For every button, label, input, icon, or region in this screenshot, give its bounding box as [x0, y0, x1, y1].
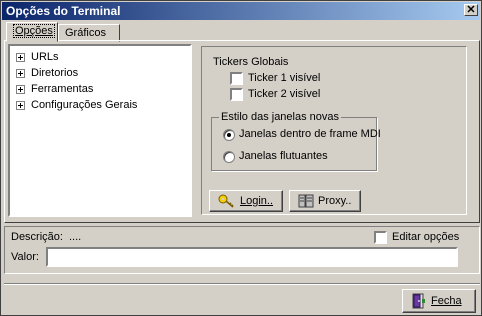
- fecha-button[interactable]: Fecha: [402, 289, 476, 313]
- edit-options-checkbox[interactable]: [374, 231, 387, 244]
- ticker2-label: Ticker 2 visível: [248, 88, 321, 100]
- door-exit-icon: [412, 293, 425, 309]
- expand-plus-icon[interactable]: [16, 68, 25, 78]
- close-button[interactable]: ✕: [464, 4, 478, 16]
- tab-opcoes-label: Opções: [15, 25, 53, 37]
- title-bar[interactable]: Opções do Terminal ✕: [2, 2, 480, 20]
- key-icon: [218, 194, 234, 208]
- tab-opcoes[interactable]: Opções: [6, 22, 58, 42]
- description-value: ....: [69, 231, 82, 243]
- tree-item-ferramentas[interactable]: Ferramentas: [16, 82, 93, 96]
- description-label: Descrição:: [11, 231, 63, 243]
- tree-item-urls[interactable]: URLs: [16, 50, 59, 64]
- fecha-label: Fecha: [431, 295, 462, 307]
- window-style-title: Estilo das janelas novas: [219, 111, 342, 123]
- tree-item-configuracoes-gerais[interactable]: Configurações Gerais: [16, 98, 137, 112]
- tree-item-label: Diretorios: [31, 67, 79, 79]
- proxy-label: Proxy..: [318, 195, 352, 207]
- ticker1-checkbox[interactable]: [230, 72, 243, 85]
- tab-graficos-label: Gráficos: [65, 27, 106, 39]
- separator: [4, 283, 480, 285]
- proxy-button[interactable]: Proxy..: [289, 190, 361, 212]
- tree-item-label: Configurações Gerais: [31, 99, 138, 111]
- window-title: Opções do Terminal: [6, 4, 121, 18]
- valor-input[interactable]: [46, 247, 458, 267]
- tree-item-label: Ferramentas: [31, 83, 94, 95]
- login-label: Login..: [240, 195, 274, 207]
- close-icon: ✕: [466, 4, 476, 16]
- ticker2-checkbox[interactable]: [230, 88, 243, 101]
- tree-item-label: URLs: [31, 51, 59, 63]
- valor-label: Valor:: [11, 251, 39, 263]
- expand-plus-icon[interactable]: [16, 52, 25, 62]
- proxy-server-icon: [298, 194, 314, 208]
- expand-plus-icon[interactable]: [16, 100, 25, 110]
- tree-item-diretorios[interactable]: Diretorios: [16, 66, 78, 80]
- options-tree[interactable]: URLs Diretorios Ferramentas Configuraçõe…: [8, 44, 192, 217]
- radio-mdi[interactable]: [223, 129, 235, 141]
- edit-options-label: Editar opções: [392, 231, 460, 243]
- radio-mdi-label: Janelas dentro de frame MDI: [239, 128, 381, 140]
- login-button[interactable]: Login..: [209, 190, 283, 212]
- ticker1-label: Ticker 1 visível: [248, 72, 321, 84]
- tickers-title: Tickers Globais: [213, 56, 289, 68]
- expand-plus-icon[interactable]: [16, 84, 25, 94]
- radio-floating[interactable]: [223, 151, 235, 163]
- window-style-group: [211, 117, 377, 171]
- radio-floating-label: Janelas flutuantes: [239, 150, 328, 162]
- terminal-options-dialog: Opções do Terminal ✕ Opções Gráficos URL…: [0, 0, 482, 316]
